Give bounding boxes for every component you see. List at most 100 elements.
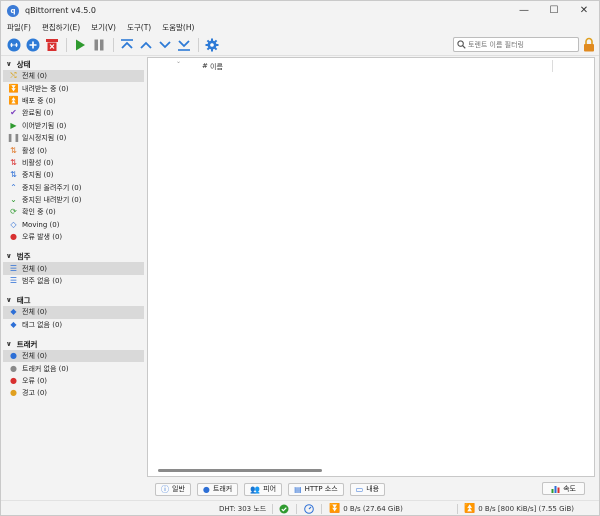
upload-icon: ⏫: [464, 504, 476, 514]
menu-tools[interactable]: 도구(T): [127, 22, 151, 33]
status-filter-stalled[interactable]: ⇅ 중지됨 (0): [3, 169, 144, 181]
horizontal-scrollbar[interactable]: [158, 469, 322, 472]
title-bar: q qBittorrent v4.5.0 — ☐ ✕: [1, 1, 599, 20]
all-icon: ⤭: [10, 71, 17, 81]
tab-general[interactable]: ⓘ 일반: [155, 482, 191, 496]
category-section-header[interactable]: ∨ 범주: [3, 250, 144, 262]
tracker-none-icon: ●: [10, 363, 17, 373]
column-header-hash[interactable]: #: [202, 62, 208, 70]
tracker-filter-error[interactable]: ● 오류 (0): [3, 375, 144, 387]
move-top-button[interactable]: [118, 36, 135, 53]
tag-filter-all[interactable]: ◆ 전체 (0): [3, 306, 144, 319]
lock-icon[interactable]: [583, 37, 595, 52]
status-filter-paused[interactable]: ❚❚ 일시정지됨 (0): [3, 132, 144, 144]
status-section-header[interactable]: ∨ 상태: [3, 58, 144, 70]
menu-bar: 파일(F) 편집하기(E) 보기(V) 도구(T) 도움말(H): [1, 20, 599, 34]
tab-trackers[interactable]: ● 트래커: [196, 482, 239, 496]
add-link-button[interactable]: [5, 36, 22, 53]
status-filter-completed[interactable]: ✔ 완료됨 (0): [3, 107, 144, 119]
torrent-list[interactable]: ⌄ # 이름: [147, 57, 595, 477]
tracker-warning-icon: ●: [10, 388, 17, 398]
tag-icon: ◆: [10, 307, 17, 317]
move-down-button[interactable]: [156, 36, 173, 53]
settings-button[interactable]: [203, 36, 220, 53]
toolbar-separator: [198, 37, 199, 52]
connection-status-icon[interactable]: [279, 504, 289, 514]
status-filter-moving[interactable]: ◇ Moving (0): [3, 219, 144, 231]
add-file-button[interactable]: [24, 36, 41, 53]
menu-help[interactable]: 도움말(H): [162, 22, 194, 33]
upload-speed[interactable]: ⏫ 0 B/s [800 KiB/s] (7.55 GiB): [464, 504, 574, 514]
toolbar-separator: [66, 37, 67, 52]
status-filter-stalled-uploading[interactable]: ⌃ 중지된 올려주기 (0): [3, 182, 144, 194]
sidebar: ∨ 상태 ⤭ 전체 (0) ⏬ 내려받는 중 (0) ⏫ 배포 중 (0) ✔ 완료됨 (…: [3, 57, 144, 497]
check-icon: ✔: [10, 108, 17, 118]
trackers-section-header[interactable]: ∨ 트래커: [3, 338, 144, 350]
status-filter-all[interactable]: ⤭ 전체 (0): [3, 70, 144, 83]
tracker-icon: ●: [10, 351, 17, 361]
move-up-icon: [139, 41, 152, 49]
speed-chart-icon: [551, 486, 560, 493]
menu-view[interactable]: 보기(V): [91, 22, 116, 33]
status-filter-seeding[interactable]: ⏫ 배포 중 (0): [3, 95, 144, 107]
category-filter-all[interactable]: ☰ 전체 (0): [3, 262, 144, 275]
maximize-button[interactable]: ☐: [539, 1, 569, 20]
tracker-filter-all[interactable]: ● 전체 (0): [3, 350, 144, 363]
menu-file[interactable]: 파일(F): [7, 22, 31, 33]
minimize-button[interactable]: —: [509, 1, 539, 20]
tracker-filter-trackerless[interactable]: ● 트래커 없음 (0): [3, 362, 144, 374]
tab-peers[interactable]: 👥 피어: [244, 482, 283, 496]
stalled-download-icon: ⌄: [10, 195, 17, 205]
tracker-filter-warning[interactable]: ● 경고 (0): [3, 387, 144, 399]
pause-icon: [94, 39, 103, 50]
download-icon: ⏬: [8, 83, 19, 93]
download-speed[interactable]: ⏬ 0 B/s (27.64 GiB): [329, 504, 403, 514]
alt-speed-icon[interactable]: [304, 504, 314, 514]
column-header-name[interactable]: 이름: [210, 62, 223, 72]
dht-status: DHT: 303 노드: [219, 505, 267, 513]
peers-icon: 👥: [250, 484, 261, 494]
move-bottom-button[interactable]: [175, 36, 192, 53]
close-button[interactable]: ✕: [569, 1, 599, 20]
search-input[interactable]: [468, 40, 576, 49]
pause-button[interactable]: [90, 36, 107, 53]
add-link-icon: [7, 38, 20, 51]
status-filter-resumed[interactable]: ▶ 이어받기됨 (0): [3, 120, 144, 132]
window-controls: — ☐ ✕: [509, 1, 599, 20]
status-header-label: 상태: [16, 59, 31, 69]
status-filter-downloading[interactable]: ⏬ 내려받는 중 (0): [3, 82, 144, 94]
status-bar: DHT: 303 노드 ⏬ 0 B/s (27.64 GiB) ⏫ 0 B/s …: [1, 500, 599, 516]
menu-edit[interactable]: 편집하기(E): [42, 22, 80, 33]
move-up-button[interactable]: [137, 36, 154, 53]
tag-filter-untagged[interactable]: ◆ 태그 없음 (0): [3, 319, 144, 331]
move-down-icon: [158, 40, 171, 48]
stalled-icon: ⇅: [10, 170, 17, 180]
status-filter-active[interactable]: ⇅ 활성 (0): [3, 144, 144, 156]
resume-button[interactable]: [71, 36, 88, 53]
play-icon: ▶: [10, 120, 17, 130]
trackers-header-label: 트래커: [16, 339, 38, 349]
pause-icon: ❚❚: [6, 133, 21, 143]
tracker-error-icon: ●: [10, 376, 17, 385]
tab-speed[interactable]: 속도: [542, 482, 585, 495]
status-filter-inactive[interactable]: ⇅ 비활성 (0): [3, 157, 144, 169]
delete-button[interactable]: [43, 36, 60, 53]
download-icon: ⏬: [329, 504, 341, 514]
upload-icon: ⏫: [8, 95, 19, 105]
app-window: q qBittorrent v4.5.0 — ☐ ✕ 파일(F) 편집하기(E)…: [0, 0, 600, 516]
list-icon: ☰: [9, 276, 18, 286]
search-box[interactable]: [453, 37, 579, 52]
chevron-down-icon: ∨: [6, 252, 12, 261]
category-filter-uncategorized[interactable]: ☰ 범주 없음 (0): [3, 275, 144, 287]
status-filter-checking[interactable]: ⟳ 확인 중 (0): [3, 206, 144, 218]
tab-http-sources[interactable]: ▤ HTTP 소스: [288, 482, 344, 496]
folder-icon: ▭: [355, 484, 364, 494]
moving-icon: ◇: [10, 219, 17, 229]
chevron-down-icon: ∨: [6, 296, 12, 305]
status-filter-stalled-downloading[interactable]: ⌄ 중지된 내려받기 (0): [3, 194, 144, 206]
move-bottom-icon: [177, 39, 190, 51]
status-filter-errored[interactable]: ● 오류 발생 (0): [3, 231, 144, 243]
tab-content[interactable]: ▭ 내용: [349, 482, 386, 496]
tags-section-header[interactable]: ∨ 태그: [3, 294, 144, 306]
move-top-icon: [120, 38, 133, 49]
